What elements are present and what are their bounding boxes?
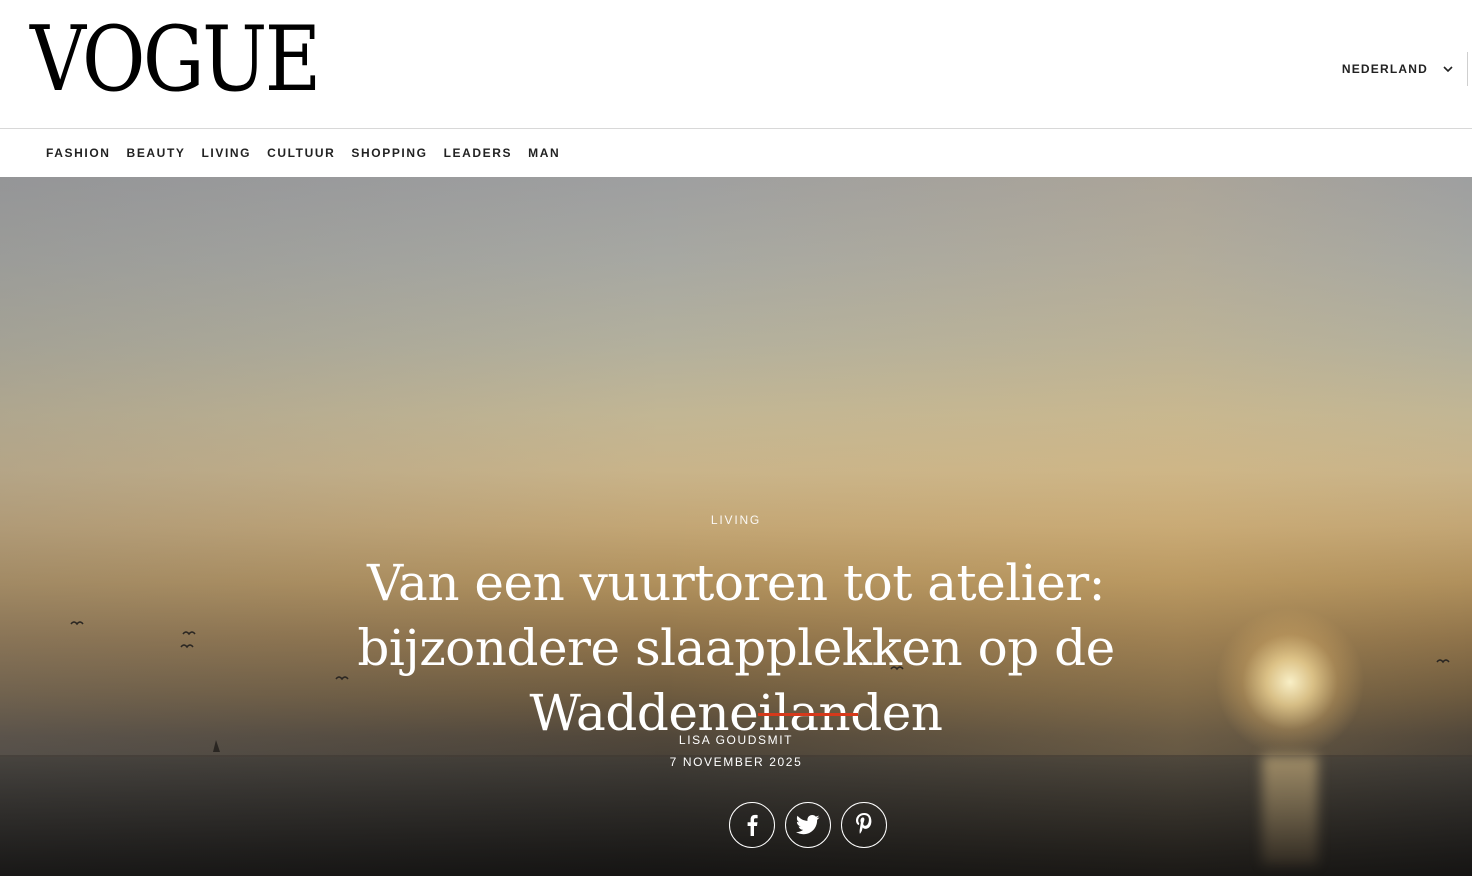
pinterest-icon (856, 813, 872, 834)
nav-item-cultuur[interactable]: CULTUUR (267, 146, 335, 160)
region-label: NEDERLAND (1341, 62, 1428, 76)
article-category[interactable]: LIVING (0, 513, 1472, 527)
article-header: LIVING Van een vuurtoren tot atelier: bi… (0, 177, 1472, 876)
nav-item-man[interactable]: MAN (528, 146, 560, 160)
nav-item-living[interactable]: LIVING (201, 146, 251, 160)
accent-rule (758, 713, 858, 716)
article-date: 7 NOVEMBER 2025 (669, 755, 803, 769)
nav-item-shopping[interactable]: SHOPPING (351, 146, 427, 160)
share-twitter-button[interactable] (785, 802, 831, 848)
share-facebook-button[interactable] (729, 802, 775, 848)
article-headline: Van een vuurtoren tot atelier: bijzonder… (357, 554, 1115, 742)
vogue-logo[interactable]: VOGUE (30, 12, 321, 108)
share-buttons (729, 802, 897, 848)
nav-item-beauty[interactable]: BEAUTY (127, 146, 186, 160)
share-pinterest-button[interactable] (841, 802, 887, 848)
nav-item-fashion[interactable]: FASHION (46, 146, 111, 160)
chevron-down-icon (1443, 66, 1453, 73)
region-selector[interactable]: NEDERLAND (1342, 58, 1454, 80)
header-divider (1467, 52, 1468, 86)
facebook-icon (747, 814, 758, 836)
article-author[interactable]: LISA GOUDSMIT (0, 733, 1472, 747)
site-header: VOGUE NEDERLAND (0, 0, 1472, 129)
twitter-icon (796, 815, 820, 835)
nav-item-leaders[interactable]: LEADERS (444, 146, 513, 160)
main-nav: FASHION BEAUTY LIVING CULTUUR SHOPPING L… (0, 129, 1472, 177)
